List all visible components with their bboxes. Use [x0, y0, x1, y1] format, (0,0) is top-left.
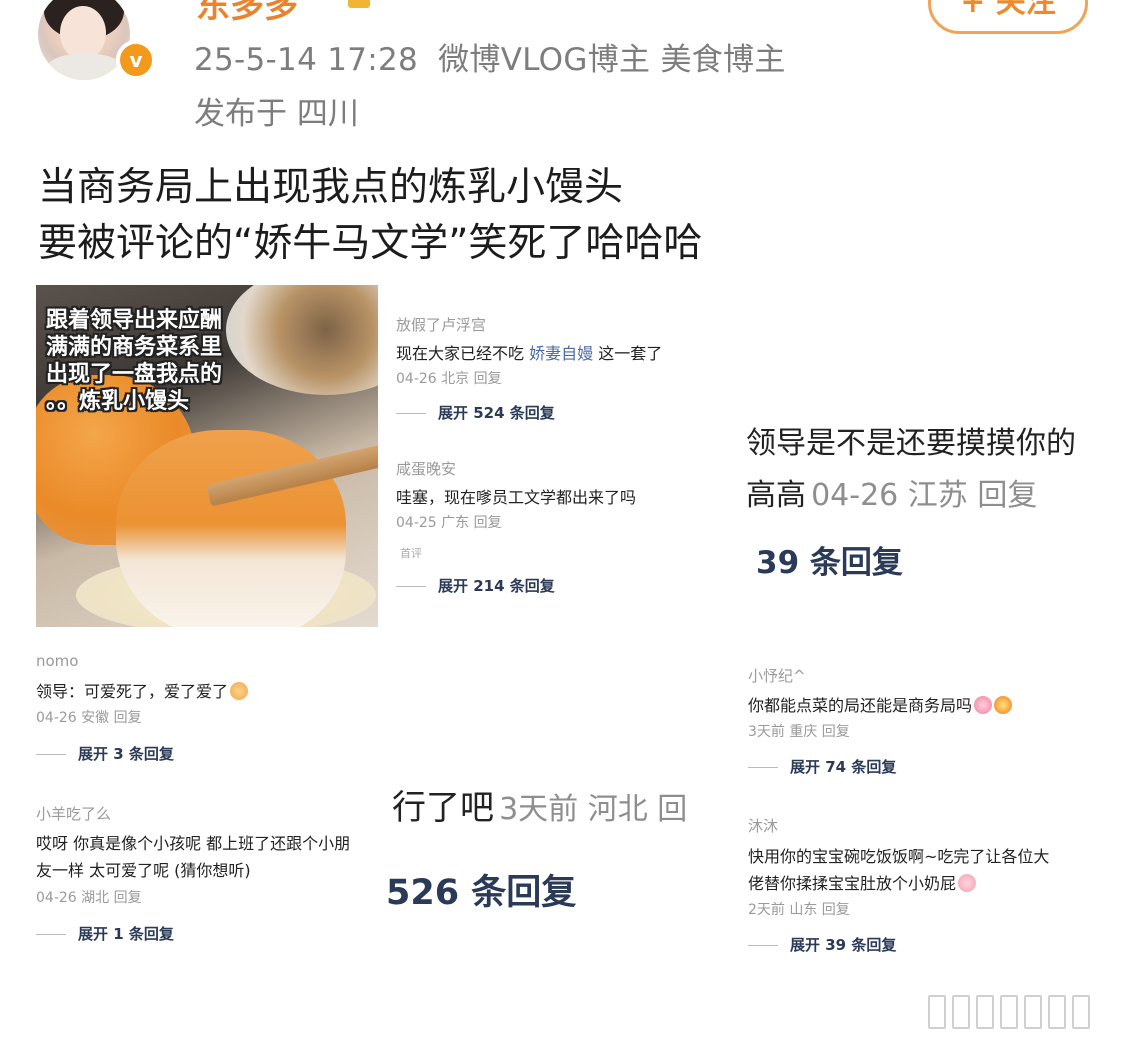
photo-caption-line: 。。炼乳小馒头 [46, 389, 190, 414]
comment-author[interactable]: 沐沐 [748, 815, 778, 836]
comment-text: 行了吧 [392, 788, 494, 828]
divider [396, 413, 426, 414]
photo-caption-line: 满满的商务菜系里 [46, 335, 223, 360]
comment-meta[interactable]: 04-26 安徽 回复 [36, 707, 142, 727]
divider [396, 586, 426, 587]
comment-text: 友一样 太可爱了呢 (猜你想听) [36, 861, 251, 880]
comment-author[interactable]: 高高 [746, 478, 806, 513]
avatar-shirt [46, 54, 124, 80]
avatar[interactable] [38, 0, 130, 80]
comment-text-part: 这一套了 [593, 344, 663, 363]
comment-text: 佬替你揉揉宝宝肚放个小奶屁 [748, 870, 977, 894]
watermark-bar [1000, 995, 1018, 1029]
comment-author[interactable]: 放假了卢浮宫 [396, 314, 486, 335]
expand-replies-label: 展开 3 条回复 [78, 745, 174, 763]
comment-text: 快用你的宝宝碗吃饭饭啊~吃完了让各位大 [748, 847, 1050, 866]
comment-meta[interactable]: 3天前 河北 回 [499, 792, 687, 827]
comment-text: 领导是不是还要摸摸你的 [746, 426, 1076, 461]
divider [36, 754, 66, 755]
pig-emoji-icon [958, 874, 977, 892]
comment-text: 你都能点菜的局还能是商务局吗 [748, 692, 1013, 716]
avatar-face [60, 6, 106, 60]
comment-text: 现在大家已经不吃 娇妻自嫚 这一套了 [396, 340, 662, 364]
divider [36, 934, 66, 935]
crying-emoji-icon [974, 696, 993, 714]
comment-text: 哇塞，现在嗲员工文学都出来了吗 [396, 488, 637, 507]
expand-replies-label: 展开 1 条回复 [78, 925, 174, 943]
comment-meta[interactable]: 04-26 江苏 回复 [811, 478, 1037, 513]
post-text-line: 要被评论的“娇牛马文学”笑死了哈哈哈 [38, 221, 703, 266]
comment-author[interactable]: 小忬纪^ [748, 665, 806, 686]
cat-emoji-icon [230, 682, 249, 700]
comment-text-part: 你都能点菜的局还能是商务局吗 [748, 696, 973, 715]
watermark-bar [928, 995, 946, 1029]
comment-text: 哎呀 你真是像个小孩呢 都上班了还跟个小朋 [36, 834, 351, 853]
firework-emoji-icon [994, 696, 1013, 714]
comment-meta[interactable]: 2天前 山东 回复 [748, 899, 850, 919]
comment-text-part: 领导：可爱死了，爱了爱了 [36, 682, 229, 701]
expand-replies-button[interactable]: 展开 524 条回复 [396, 402, 555, 423]
expand-replies-label: 展开 524 条回复 [438, 404, 555, 422]
expand-replies-label: 展开 39 条回复 [790, 936, 897, 954]
photo-caption: 跟着领导出来应酬 满满的商务菜系里 出现了一盘我点的 。。炼乳小馒头 [46, 307, 222, 415]
expand-replies-label: 展开 74 条回复 [790, 758, 897, 776]
verified-icon: v [116, 40, 156, 80]
post-location: 发布于 四川 [194, 96, 359, 132]
watermark-bar [1024, 995, 1042, 1029]
expand-replies-button[interactable]: 展开 74 条回复 [748, 756, 896, 777]
post-date: 25-5-14 17:28 [194, 42, 419, 78]
comment-meta[interactable]: 04-26 湖北 回复 [36, 887, 142, 907]
watermark-bar [952, 995, 970, 1029]
expand-replies-button[interactable]: 526 条回复 [386, 864, 576, 915]
expand-replies-button[interactable]: 展开 3 条回复 [36, 743, 174, 764]
watermark-bar [1048, 995, 1066, 1029]
photo-caption-line: 跟着领导出来应酬 [46, 308, 223, 333]
post-text-line: 当商务局上出现我点的炼乳小馒头 [38, 165, 624, 210]
comment-meta[interactable]: 04-25 广东 回复 [396, 512, 502, 532]
comment-row: 行了吧 3天前 河北 回 [392, 780, 687, 829]
watermark-bar [1072, 995, 1090, 1029]
expand-replies-button[interactable]: 展开 39 条回复 [748, 934, 896, 955]
expand-replies-button[interactable]: 39 条回复 [756, 537, 903, 582]
post-meta: 25-5-14 17:28 微博VLOG博主 美食博主 [194, 34, 786, 79]
username[interactable]: 东多多 [196, 0, 298, 27]
comment-author[interactable]: 小羊吃了么 [36, 803, 111, 824]
watermark-bar [976, 995, 994, 1029]
comment-text-part: 现在大家已经不吃 [396, 344, 530, 363]
comment-meta[interactable]: 3天前 重庆 回复 [748, 721, 850, 741]
follow-button[interactable]: + 关注 [928, 0, 1088, 34]
comment-meta-row: 高高 04-26 江苏 回复 [746, 470, 1037, 514]
comment-author[interactable]: nomo [36, 652, 78, 670]
comment-author[interactable]: 咸蛋晚安 [396, 458, 456, 479]
expand-replies-button[interactable]: 展开 1 条回复 [36, 923, 174, 944]
expand-replies-label: 展开 214 条回复 [438, 577, 555, 595]
post-tags: 微博VLOG博主 美食博主 [438, 42, 786, 78]
expand-replies-button[interactable]: 展开 214 条回复 [396, 575, 555, 596]
comment-link[interactable]: 娇妻自嫚 [529, 344, 593, 363]
post-text: 当商务局上出现我点的炼乳小馒头 要被评论的“娇牛马文学”笑死了哈哈哈 [38, 160, 702, 272]
photo-caption-line: 出现了一盘我点的 [46, 362, 223, 387]
comment-text-part: 佬替你揉揉宝宝肚放个小奶屁 [748, 874, 957, 893]
divider [748, 767, 778, 768]
watermark-icon [928, 995, 1118, 1031]
comment-text: 领导：可爱死了，爱了爱了 [36, 678, 249, 702]
photo-plate [226, 285, 378, 395]
first-comment-badge: 首评 [400, 547, 422, 560]
food-photo[interactable]: 跟着领导出来应酬 满满的商务菜系里 出现了一盘我点的 。。炼乳小馒头 [36, 285, 378, 627]
medal-icon [348, 0, 370, 8]
divider [748, 945, 778, 946]
comment-meta[interactable]: 04-26 北京 回复 [396, 368, 502, 388]
